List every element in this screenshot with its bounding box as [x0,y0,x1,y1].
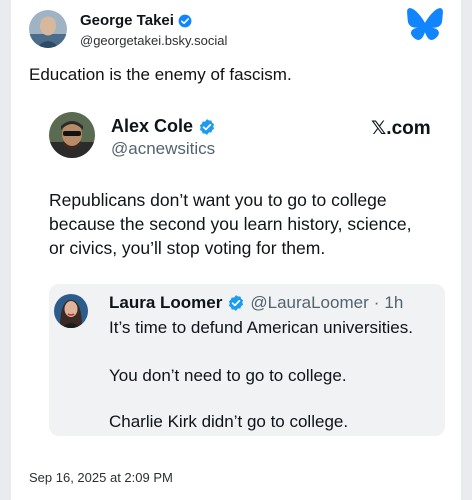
quoted-author-name[interactable]: Laura Loomer [109,293,222,313]
post-text: Education is the enemy of fascism. [29,65,292,84]
avatar-alex-cole[interactable] [49,112,95,158]
separator-dot: · [373,293,380,312]
verified-badge-icon [178,14,192,27]
quoted-post-header: Laura Loomer @LauraLoomer · 1h [109,293,403,313]
verified-badge-icon [229,295,244,311]
quoted-text-line: Charlie Kirk didn’t go to college. [109,412,349,431]
quoted-post-age[interactable]: 1h [384,293,403,313]
embedded-x-post[interactable]: Alex Cole @acnewsitics 𝕏.com Republicans… [29,100,445,452]
quoted-text-line: It’s time to defund American universitie… [109,318,413,337]
quoted-text-line: You don’t need to go to college. [109,366,347,385]
author-handle[interactable]: @georgetakei.bsky.social [80,33,227,48]
embed-text-line: or civics, you’ll stop voting for them. [49,238,326,258]
x-com-link[interactable]: 𝕏.com [371,117,431,140]
embed-text-line: Republicans don’t want you to go to coll… [49,190,387,210]
embed-author-name-text[interactable]: Alex Cole [111,116,193,137]
verified-badge-icon [199,118,215,135]
post-timestamp[interactable]: Sep 16, 2025 at 2:09 PM [29,470,173,485]
author-name-text[interactable]: George Takei [80,12,174,29]
avatar-laura-loomer[interactable] [54,294,88,328]
embed-author-name[interactable]: Alex Cole [111,116,216,137]
embed-text-line: because the second you learn history, sc… [49,214,412,234]
embed-author-handle[interactable]: @acnewsitics [111,139,215,159]
quoted-post[interactable]: Laura Loomer @LauraLoomer · 1h It’s time… [49,284,445,436]
bluesky-butterfly-icon[interactable] [407,8,443,40]
embed-post-text: Republicans don’t want you to go to coll… [49,188,441,260]
avatar-george-takei[interactable] [29,10,67,48]
author-name[interactable]: George Takei [80,12,192,29]
post-card: George Takei @georgetakei.bsky.social Ed… [11,0,461,500]
quoted-author-handle[interactable]: @LauraLoomer [250,293,368,313]
